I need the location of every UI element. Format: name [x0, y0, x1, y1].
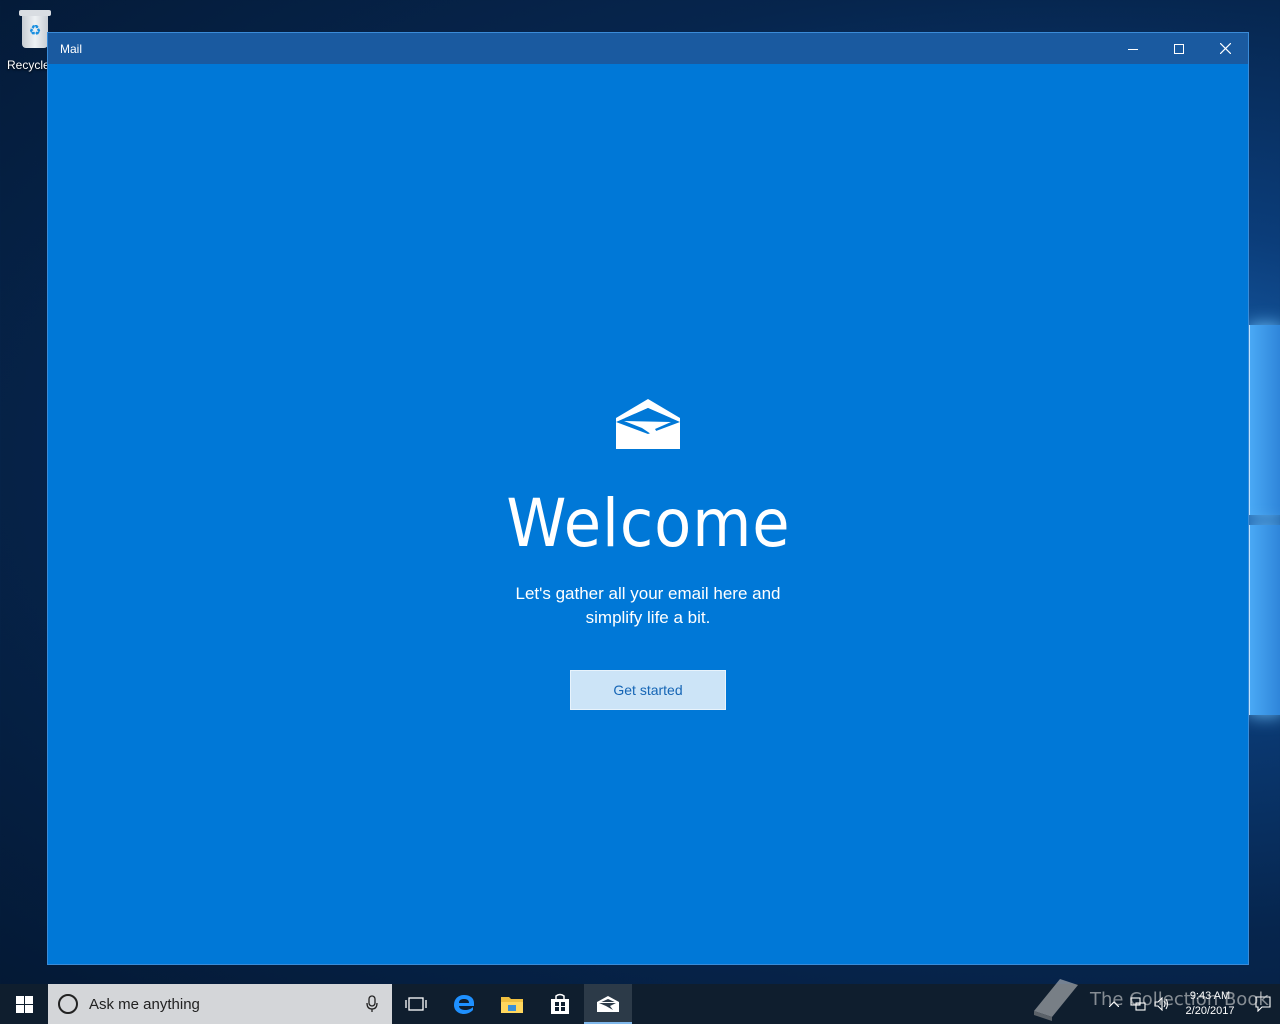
task-view-button[interactable] — [392, 984, 440, 1024]
minimize-icon — [1128, 48, 1138, 50]
windows-start-icon — [15, 995, 33, 1013]
minimize-button[interactable] — [1110, 33, 1156, 64]
clock-date: 2/20/2017 — [1185, 1005, 1235, 1017]
mail-taskbar-button[interactable] — [584, 984, 632, 1024]
close-button[interactable] — [1202, 33, 1248, 64]
close-icon — [1219, 43, 1231, 54]
taskbar: Ask me anything 9:43 AM 2/20/2017 — [0, 984, 1280, 1024]
cortana-icon — [58, 994, 78, 1014]
action-center-button[interactable] — [1246, 984, 1280, 1024]
welcome-panel: Welcome Let's gather all your email here… — [48, 64, 1248, 964]
show-hidden-icons-chevron-icon[interactable] — [1102, 984, 1126, 1024]
task-view-icon — [405, 997, 427, 1011]
window-title: Mail — [60, 41, 83, 56]
mail-envelope-icon — [615, 398, 681, 455]
store-icon — [551, 993, 569, 1014]
store-button[interactable] — [536, 984, 584, 1024]
volume-icon[interactable] — [1150, 984, 1174, 1024]
mail-icon — [597, 996, 619, 1012]
mail-window: Mail Welcome Let's gather all your email… — [47, 32, 1249, 965]
start-button[interactable] — [0, 984, 48, 1024]
get-started-button[interactable]: Get started — [570, 670, 726, 710]
cortana-search-box[interactable]: Ask me anything — [48, 984, 392, 1024]
welcome-subtitle: Let's gather all your email here and sim… — [515, 584, 781, 627]
system-tray: 9:43 AM 2/20/2017 — [1102, 984, 1280, 1024]
clock-time: 9:43 AM — [1189, 990, 1231, 1002]
edge-button[interactable] — [440, 984, 488, 1024]
search-placeholder: Ask me anything — [89, 995, 200, 1013]
edge-icon — [454, 995, 474, 1014]
maximize-icon — [1174, 43, 1184, 54]
network-icon[interactable] — [1126, 984, 1150, 1024]
file-explorer-icon — [501, 997, 523, 1013]
welcome-heading: Welcome — [505, 485, 791, 562]
notification-icon — [1255, 996, 1271, 1012]
file-explorer-button[interactable] — [488, 984, 536, 1024]
microphone-icon[interactable] — [352, 995, 392, 1013]
title-bar[interactable]: Mail — [48, 33, 1248, 64]
maximize-button[interactable] — [1156, 33, 1202, 64]
wallpaper-windows-logo — [1248, 315, 1280, 725]
clock[interactable]: 9:43 AM 2/20/2017 — [1174, 989, 1246, 1019]
